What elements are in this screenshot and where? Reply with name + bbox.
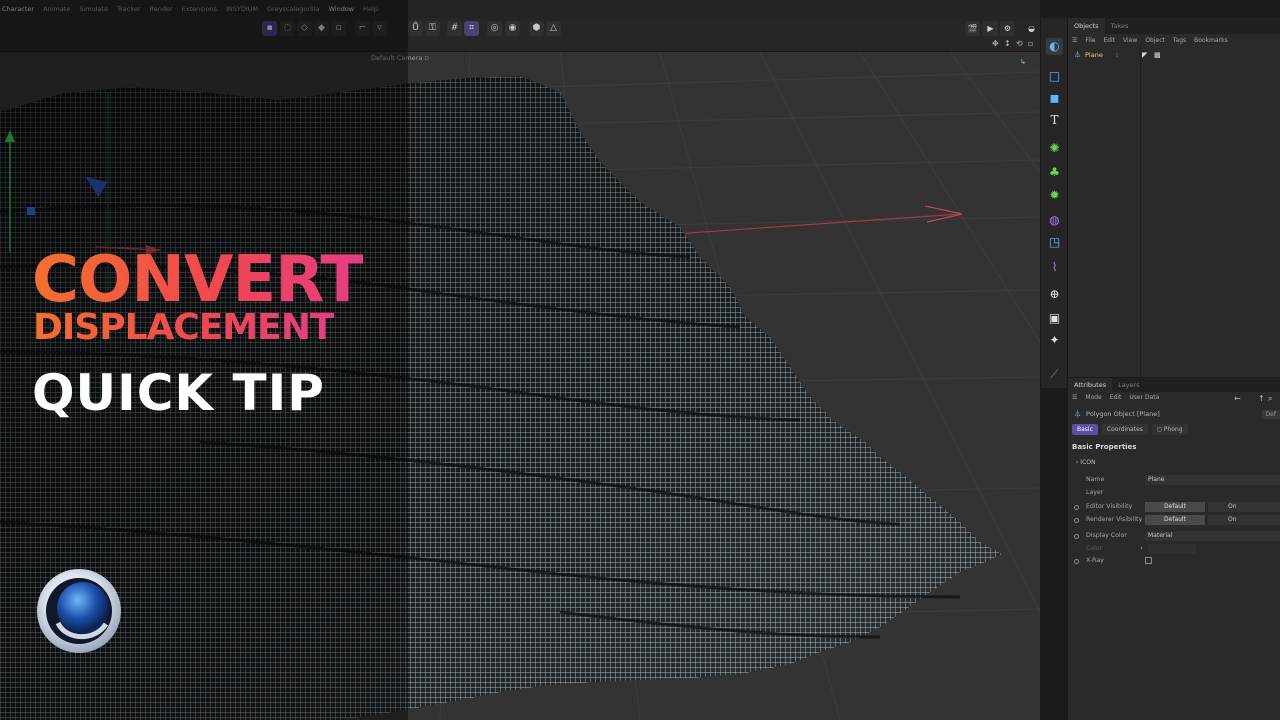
render-vis-on[interactable]: On: [1208, 515, 1280, 525]
keyframe-dot-icon[interactable]: [1074, 534, 1079, 539]
color-swatch[interactable]: [1148, 544, 1196, 554]
display-color-field[interactable]: Material: [1145, 531, 1280, 541]
prop-xray-label: X-Ray: [1086, 557, 1104, 564]
tab-basic[interactable]: Basic: [1072, 424, 1098, 435]
quicktool-button[interactable]: △: [546, 21, 561, 36]
spline-icon[interactable]: ⌇: [1046, 259, 1063, 276]
attr-menu-mode[interactable]: Mode: [1085, 394, 1101, 401]
field-icon[interactable]: ◳: [1046, 234, 1063, 251]
attr-object-type: Polygon Object [Plane]: [1086, 410, 1160, 418]
prop-layer: Layer: [1068, 488, 1280, 499]
maximize-view-icon[interactable]: ▫: [1028, 39, 1033, 48]
editor-vis-default[interactable]: Default: [1145, 502, 1205, 512]
camera-icon[interactable]: ▣: [1046, 310, 1063, 327]
color-expand-icon[interactable]: ›: [1140, 544, 1143, 552]
prop-renderer-visibility: Renderer Visibility Default On: [1068, 515, 1280, 526]
keyframe-dot-icon[interactable]: [1074, 559, 1079, 564]
rotate-view-icon[interactable]: ⟲: [1016, 39, 1023, 48]
objects-menu-edit[interactable]: Edit: [1103, 37, 1115, 44]
text-icon[interactable]: T: [1046, 112, 1063, 129]
objects-menu-file[interactable]: File: [1085, 37, 1095, 44]
tag-icon[interactable]: ◤: [1142, 51, 1147, 59]
prop-name-label: Name: [1086, 476, 1105, 483]
solo-hierarchy-button[interactable]: ◉: [505, 21, 520, 36]
icon-group-toggle[interactable]: › ICON: [1076, 459, 1095, 466]
objects-menu-tags[interactable]: Tags: [1173, 37, 1186, 44]
prop-display-color: Display Color Material: [1068, 531, 1280, 542]
workplane-button[interactable]: ⌗: [464, 21, 479, 36]
script-icon[interactable]: ⟋: [1046, 366, 1063, 383]
objects-menu-bookmarks[interactable]: Bookmarks: [1194, 37, 1228, 44]
name-field[interactable]: Plane: [1145, 475, 1280, 485]
default-button[interactable]: Def: [1261, 410, 1280, 419]
environment-icon[interactable]: ⊕: [1046, 286, 1063, 303]
grid-snap-button[interactable]: #: [447, 21, 462, 36]
camera-object-icon[interactable]: ◐: [1046, 38, 1063, 55]
material-tag-icon[interactable]: ▩: [1154, 51, 1161, 59]
attr-menu-edit[interactable]: Edit: [1110, 394, 1122, 401]
object-name[interactable]: Plane: [1085, 51, 1103, 59]
cube-icon[interactable]: ◼: [1046, 90, 1063, 107]
title-convert: CONVERT: [32, 243, 364, 317]
cloner-icon[interactable]: ♣: [1046, 164, 1063, 181]
viewport-solo-button[interactable]: ⬢: [529, 21, 544, 36]
back-arrow-icon[interactable]: ←: [1234, 394, 1241, 403]
prop-name: Name Plane: [1068, 475, 1280, 486]
keyframe-dot-icon[interactable]: [1074, 518, 1079, 523]
polygon-object-icon: ⏃: [1074, 51, 1081, 59]
render-picture-viewer-button[interactable]: ▶: [983, 21, 998, 36]
title-displacement: DISPLACEMENT: [33, 307, 335, 348]
up-arrow-icon[interactable]: ↑: [1258, 394, 1265, 403]
attr-hamburger-icon[interactable]: ☰: [1072, 394, 1077, 401]
prop-color: Color ›: [1068, 544, 1280, 555]
prop-layer-label: Layer: [1086, 489, 1104, 496]
cinema4d-logo-icon: [37, 569, 121, 653]
tab-phong[interactable]: ◻ Phong: [1151, 424, 1188, 435]
title-quick-tip: QUICK TIP: [32, 364, 325, 422]
tab-attributes[interactable]: Attributes: [1068, 378, 1113, 392]
object-row-plane[interactable]: ⏃ Plane ⁝ ◤ ▩: [1074, 50, 1274, 60]
pan-icon[interactable]: ✥: [992, 39, 999, 48]
null-object-icon[interactable]: □: [1046, 68, 1063, 85]
tab-takes[interactable]: Takes: [1105, 18, 1135, 34]
xray-checkbox[interactable]: [1145, 557, 1152, 564]
tab-layers[interactable]: Layers: [1112, 378, 1146, 392]
prop-editor-vis-label: Editor Visibility: [1086, 503, 1133, 510]
render-vis-default[interactable]: Default: [1145, 515, 1205, 525]
prop-xray: X-Ray: [1068, 556, 1280, 567]
light-icon[interactable]: ✦: [1046, 332, 1063, 349]
object-palette: ◐ □ ◼ T ✺ ♣ ✹ ◍ ◳ ⌇ ⊕ ▣ ✦ ⟋: [1040, 18, 1067, 388]
search-icon[interactable]: ⌕: [1268, 394, 1272, 404]
prop-color-label: Color: [1086, 545, 1103, 552]
render-settings-button[interactable]: ⚙: [1000, 21, 1015, 36]
objects-menu-object[interactable]: Object: [1145, 37, 1165, 44]
objects-column-divider: [1140, 46, 1141, 376]
lock-button[interactable]: ⚿: [425, 21, 440, 36]
section-basic-properties: Basic Properties: [1072, 443, 1137, 451]
effector-icon[interactable]: ✹: [1046, 187, 1063, 204]
solo-button[interactable]: ◎: [487, 21, 502, 36]
prop-render-vis-label: Renderer Visibility: [1086, 516, 1143, 523]
tab-objects[interactable]: Objects: [1068, 18, 1105, 34]
prop-display-color-label: Display Color: [1086, 532, 1127, 539]
axis-gizmo-icon: ↳: [1020, 58, 1026, 66]
generator-icon[interactable]: ✺: [1046, 140, 1063, 157]
keyframe-dot-icon[interactable]: [1074, 505, 1079, 510]
objects-menu-view[interactable]: View: [1123, 37, 1137, 44]
objects-panel: Objects Takes ☰ File Edit View Object Ta…: [1067, 18, 1280, 377]
polygon-object-icon: ⏃: [1074, 410, 1081, 418]
move-view-icon[interactable]: ↕: [1004, 39, 1011, 48]
hamburger-icon[interactable]: ☰: [1072, 37, 1077, 44]
render-view-button[interactable]: 🎬: [965, 21, 980, 36]
prop-editor-visibility: Editor Visibility Default On: [1068, 502, 1280, 513]
editor-vis-on[interactable]: On: [1208, 502, 1280, 512]
deformer-icon[interactable]: ◍: [1046, 212, 1063, 229]
render-queue-icon[interactable]: ◒: [1024, 21, 1039, 36]
attr-menu-userdata[interactable]: User Data: [1129, 394, 1159, 401]
attributes-panel: Attributes Layers ☰ Mode Edit User Data …: [1067, 377, 1280, 720]
visibility-dots-icon[interactable]: ⁝: [1116, 52, 1118, 59]
soft-select-button[interactable]: Ů: [408, 21, 423, 36]
tab-coordinates[interactable]: Coordinates: [1101, 424, 1148, 435]
